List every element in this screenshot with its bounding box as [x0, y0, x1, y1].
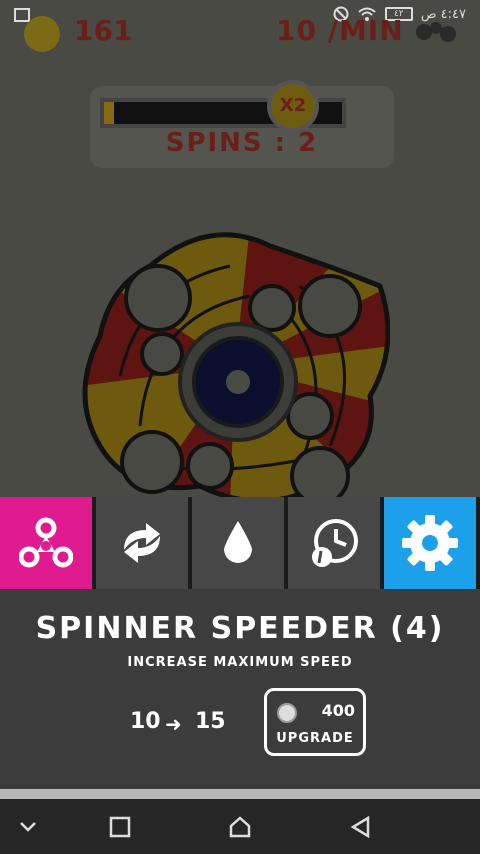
nav-recents-button[interactable]: [106, 813, 134, 841]
tab-settings[interactable]: [384, 497, 476, 589]
spin-rate: 10 /MIN: [276, 14, 404, 47]
upgrade-description: INCREASE MAXIMUM SPEED: [127, 655, 353, 670]
back-triangle-icon: [350, 815, 370, 839]
nav-home-button[interactable]: [226, 813, 254, 841]
system-nav-bar: [0, 799, 480, 854]
upgrade-title: SPINNER SPEEDER (4): [35, 611, 445, 646]
coin-count: 161: [74, 14, 133, 47]
upgrade-current-value: 10: [130, 709, 161, 734]
tab-spinners[interactable]: [0, 497, 92, 589]
chevron-down-icon: [20, 822, 36, 832]
upgrade-cost: 400: [321, 701, 355, 720]
upgrade-next-value: 15: [195, 709, 226, 734]
home-icon: [229, 816, 251, 838]
timer-icon: [312, 519, 358, 567]
nav-collapse-button[interactable]: [14, 813, 42, 841]
upgrade-button-label: UPGRADE: [276, 731, 354, 746]
spinner-mini-icon: [416, 22, 456, 42]
tab-drop[interactable]: [192, 497, 284, 589]
spins-counter: SPINS : 2: [165, 128, 319, 158]
progress-fill: [104, 102, 114, 124]
tab-refresh[interactable]: [96, 497, 188, 589]
coin-icon: [277, 703, 297, 723]
gallery-icon: [14, 8, 30, 22]
upgrade-button[interactable]: 400 UPGRADE: [264, 688, 366, 756]
nav-divider: [0, 789, 480, 799]
fidget-spinner-icon: [19, 517, 73, 568]
game-area[interactable]: ٤٢ ٤:٤٧ ص 161 10 /MIN X2 SPINS : 2: [0, 0, 480, 497]
square-icon: [109, 816, 131, 838]
refresh-icon: [124, 523, 160, 563]
drop-icon: [224, 521, 252, 563]
tab-timer[interactable]: [288, 497, 380, 589]
multiplier-button[interactable]: X2: [267, 80, 319, 132]
fidget-spinner[interactable]: [80, 226, 390, 497]
coin-icon: [24, 16, 60, 52]
status-bar: ٤٢ ٤:٤٧ ص: [0, 0, 480, 30]
upgrade-info-panel: SPINNER SPEEDER (4) INCREASE MAXIMUM SPE…: [0, 589, 480, 789]
arrow-right-icon: ➜: [165, 712, 182, 736]
nav-back-button[interactable]: [346, 813, 374, 841]
gear-icon: [402, 515, 458, 571]
upgrade-toolbar: [0, 497, 480, 589]
